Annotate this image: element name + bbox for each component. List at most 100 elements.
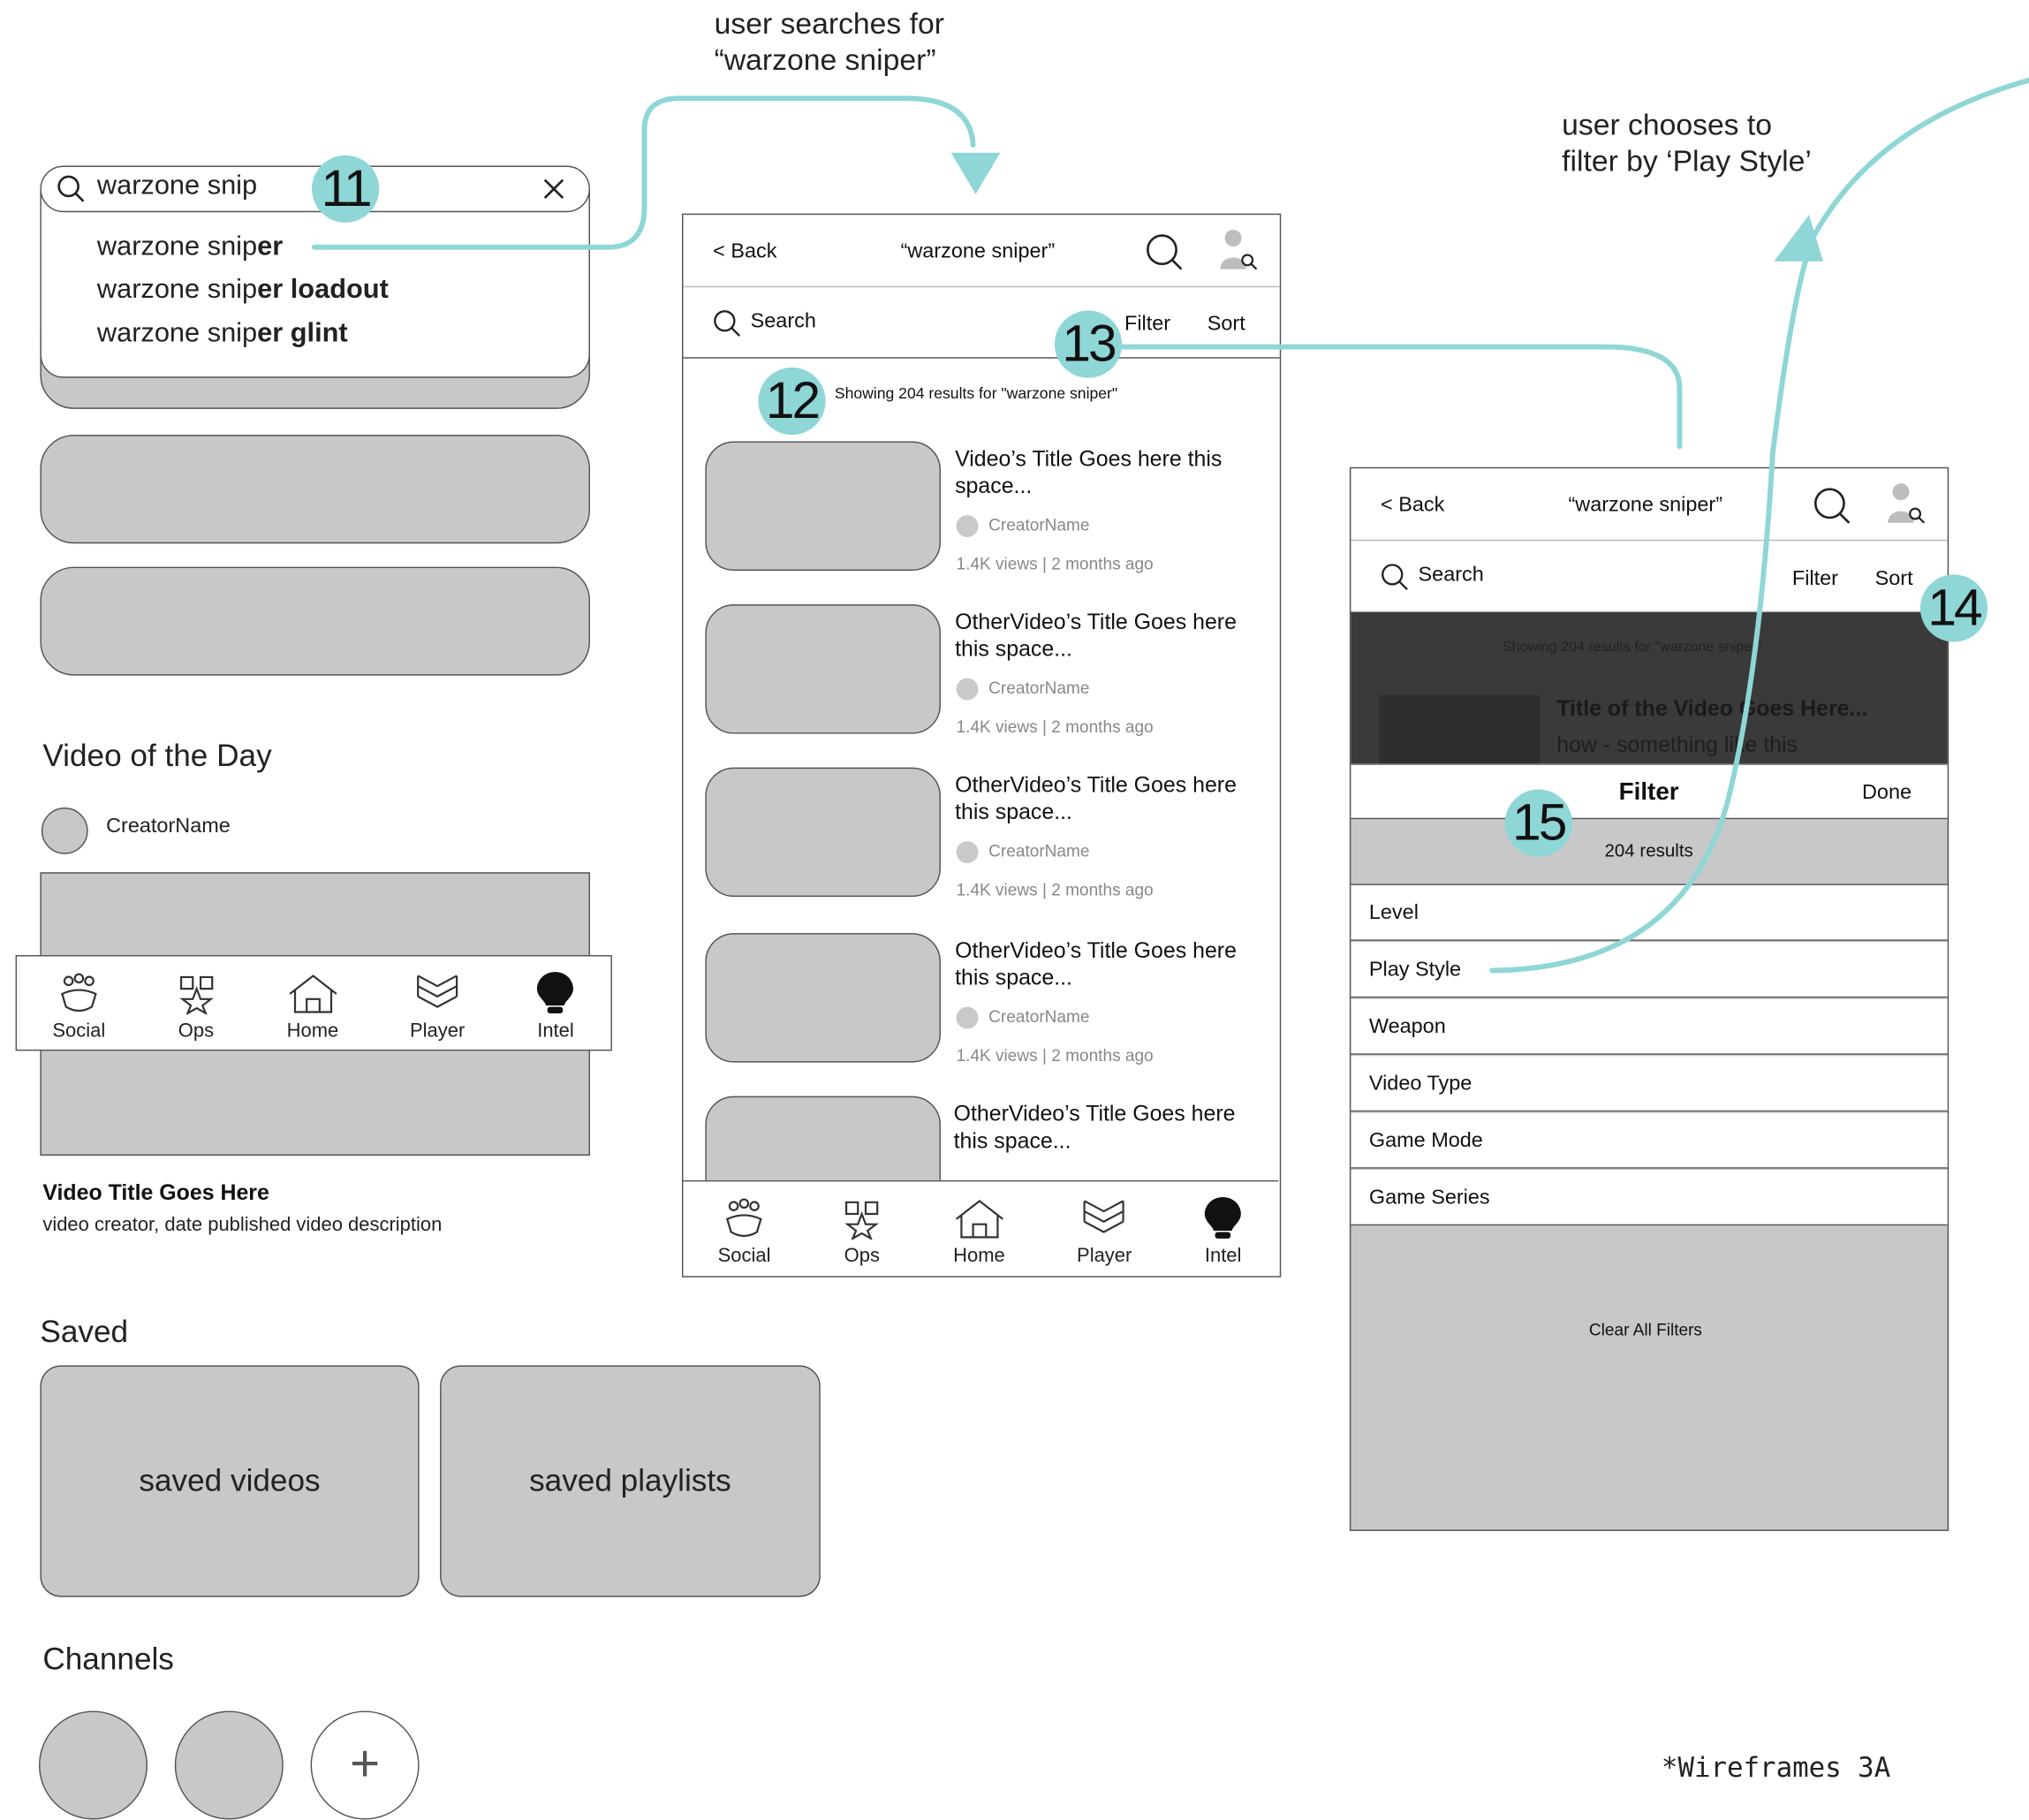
- search-field[interactable]: Search: [751, 311, 816, 334]
- profile-search-icon[interactable]: [1217, 228, 1259, 272]
- video-of-day-title: Video of the Day: [42, 739, 272, 774]
- home-card-3[interactable]: [40, 566, 590, 676]
- result-thumbnail-1[interactable]: [705, 441, 941, 571]
- clear-all-filters-button[interactable]: Clear All Filters: [1589, 1320, 1702, 1339]
- lightbulb-icon: [1205, 1196, 1242, 1239]
- filter-button[interactable]: Filter: [1792, 568, 1838, 591]
- dimmed-results-count: Showing 204 results for "warzone sniper": [1502, 639, 1762, 656]
- step-badge-15: 15: [1504, 789, 1572, 857]
- step-badge-12: 12: [758, 368, 826, 436]
- sort-button[interactable]: Sort: [1208, 313, 1245, 336]
- social-icon: [60, 973, 97, 1012]
- bottom-nav-home: Social Ops Home Player Intel: [15, 955, 612, 1051]
- back-button[interactable]: < Back: [713, 240, 776, 263]
- result-title-3[interactable]: OtherVideo’s Title Goes here this space.…: [955, 771, 1259, 826]
- nav-intel[interactable]: Intel: [536, 971, 575, 1050]
- nav-social[interactable]: Social: [718, 1198, 771, 1274]
- nav-player[interactable]: Player: [1077, 1198, 1132, 1274]
- nav-home[interactable]: Home: [287, 974, 338, 1050]
- player-rank-icon: [417, 974, 458, 1008]
- saved-playlists-tile[interactable]: saved playlists: [440, 1365, 821, 1597]
- lightbulb-icon: [537, 972, 574, 1013]
- result-title-2[interactable]: OtherVideo’s Title Goes here this space.…: [955, 608, 1259, 663]
- result-thumbnail-3[interactable]: [705, 767, 941, 898]
- result-thumbnail-2[interactable]: [705, 604, 941, 734]
- saved-videos-tile[interactable]: saved videos: [40, 1365, 420, 1597]
- results-query-title: “warzone sniper”: [900, 240, 1056, 263]
- video-title: Video Title Goes Here: [42, 1179, 269, 1205]
- nav-social[interactable]: Social: [52, 973, 105, 1050]
- creator-name: CreatorName: [106, 815, 231, 838]
- channels-title: Channels: [42, 1642, 174, 1678]
- home-icon: [288, 974, 337, 1013]
- add-channel-button[interactable]: +: [310, 1710, 420, 1820]
- player-rank-icon: [1084, 1200, 1125, 1233]
- close-icon[interactable]: [542, 178, 565, 201]
- suggestion-3[interactable]: warzone sniper glint: [97, 318, 348, 349]
- search-icon: [714, 310, 741, 337]
- filter-option-weapon[interactable]: Weapon: [1351, 998, 1948, 1055]
- result-creator-1: CreatorName: [956, 515, 1089, 537]
- dimmed-video-sub: how - something like this: [1556, 732, 1798, 757]
- nav-ops[interactable]: Ops: [843, 1198, 882, 1274]
- suggestion-1[interactable]: warzone sniper: [97, 231, 283, 262]
- result-creator-3: CreatorName: [956, 841, 1089, 864]
- search-icon[interactable]: [1145, 233, 1184, 272]
- nav-intel[interactable]: Intel: [1204, 1195, 1243, 1274]
- nav-ops[interactable]: Ops: [177, 974, 216, 1050]
- search-query: warzone snip: [96, 171, 258, 201]
- channel-avatar-1[interactable]: [38, 1710, 148, 1820]
- search-icon[interactable]: [1813, 487, 1851, 526]
- home-icon: [955, 1199, 1003, 1239]
- filter-option-game-series[interactable]: Game Series: [1351, 1170, 1948, 1226]
- suggestion-2[interactable]: warzone sniper loadout: [97, 275, 389, 306]
- sort-button[interactable]: Sort: [1875, 568, 1913, 591]
- profile-search-icon[interactable]: [1885, 482, 1927, 526]
- search-icon: [57, 175, 85, 202]
- filter-option-game-mode[interactable]: Game Mode: [1351, 1112, 1948, 1169]
- filter-option-level[interactable]: Level: [1351, 884, 1948, 941]
- filter-option-play-style[interactable]: Play Style: [1351, 942, 1948, 998]
- step-badge-13: 13: [1054, 310, 1123, 378]
- back-button[interactable]: < Back: [1381, 495, 1444, 518]
- home-card-2[interactable]: [40, 435, 590, 544]
- result-creator-4: CreatorName: [956, 1006, 1089, 1029]
- filter-button[interactable]: Filter: [1124, 313, 1170, 336]
- result-title-4[interactable]: OtherVideo’s Title Goes here this space.…: [955, 937, 1259, 992]
- header-divider: [683, 285, 1280, 288]
- filter-option-video-type[interactable]: Video Type: [1351, 1056, 1948, 1112]
- creator-avatar: [956, 841, 979, 864]
- result-thumbnail-4[interactable]: [705, 933, 941, 1063]
- creator-avatar: [956, 515, 979, 537]
- ops-icon: [178, 975, 214, 1015]
- filter-query-title: “warzone sniper”: [1568, 494, 1723, 517]
- dimmed-video-title: Title of the Video Goes Here...: [1556, 696, 1868, 721]
- filter-note: user chooses to filter by ‘Play Style’: [1562, 107, 1812, 178]
- video-subtitle: video creator, date published video desc…: [42, 1213, 443, 1236]
- done-button[interactable]: Done: [1862, 782, 1912, 805]
- step-badge-11: 11: [312, 155, 380, 223]
- flow-line-exit: [1811, 77, 2029, 239]
- nav-home[interactable]: Home: [953, 1198, 1005, 1274]
- dimmed-thumbnail: [1379, 694, 1541, 764]
- result-meta-1: 1.4K views | 2 months ago: [956, 553, 1154, 573]
- search-field[interactable]: Search: [1419, 565, 1484, 588]
- header-divider: [1351, 539, 1948, 542]
- channel-avatar-2[interactable]: [174, 1710, 284, 1820]
- saved-title: Saved: [40, 1315, 129, 1350]
- filter-screen: < Back “warzone sniper” Search Filter So…: [1349, 466, 1950, 1531]
- result-creator-2: CreatorName: [956, 679, 1089, 701]
- arrowhead-filter: [1774, 215, 1824, 262]
- search-note: user searches for “warzone sniper”: [714, 6, 944, 77]
- bottom-nav-results: Social Ops Home Player Intel: [683, 1179, 1279, 1275]
- footer-label: *Wireframes 3A: [1661, 1752, 1891, 1784]
- result-title-1[interactable]: Video’s Title Goes here this space...: [955, 445, 1259, 500]
- search-icon: [1382, 564, 1408, 591]
- avatar[interactable]: [41, 808, 88, 854]
- creator-avatar: [956, 1006, 979, 1029]
- nav-player[interactable]: Player: [410, 974, 465, 1050]
- search-divider: [683, 357, 1280, 359]
- result-title-5[interactable]: OtherVideo’s Title Goes here this space.…: [954, 1100, 1258, 1155]
- filter-sheet-title: Filter: [1618, 778, 1679, 807]
- social-icon: [726, 1198, 762, 1237]
